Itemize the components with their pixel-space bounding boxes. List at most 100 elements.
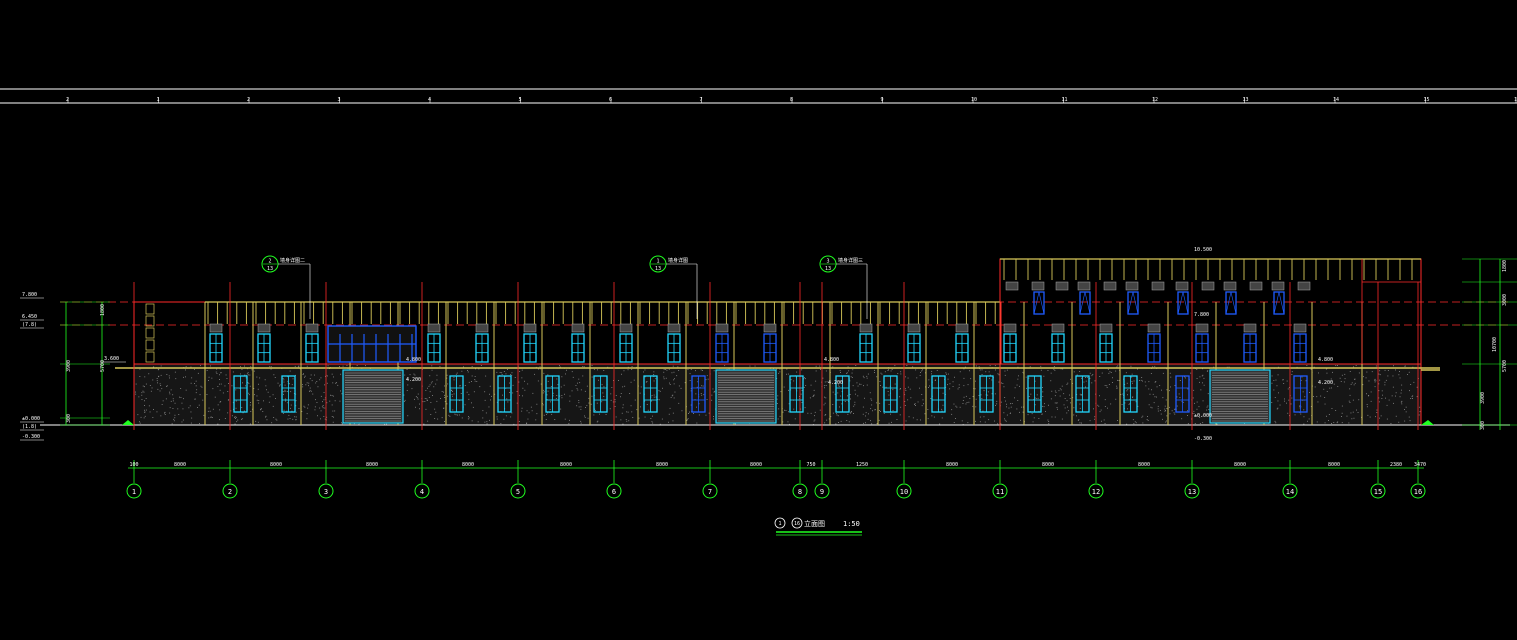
speckle — [188, 407, 190, 409]
high-window-diag — [1278, 291, 1285, 315]
speckle — [880, 385, 881, 386]
speckle — [837, 415, 839, 417]
speckle — [295, 416, 297, 418]
speckle — [430, 382, 432, 384]
speckle — [874, 409, 876, 410]
speckle — [1353, 384, 1355, 386]
speckle — [1117, 379, 1118, 381]
speckle — [663, 378, 665, 380]
speckle — [219, 389, 221, 391]
speckle — [246, 373, 248, 375]
speckle — [1199, 381, 1200, 383]
speckle — [786, 368, 788, 370]
speckle — [963, 396, 965, 398]
speckle — [596, 421, 598, 423]
speckle — [1317, 401, 1319, 403]
speckle — [636, 409, 638, 411]
speckle — [868, 413, 869, 415]
speckle — [668, 421, 669, 423]
speckle — [576, 405, 578, 407]
speckle — [1086, 377, 1088, 378]
speckle — [1384, 381, 1386, 383]
speckle — [227, 391, 229, 392]
speckle — [535, 419, 537, 421]
speckle — [917, 401, 919, 403]
speckle — [631, 369, 633, 370]
speckle — [161, 404, 163, 405]
speckle — [1326, 415, 1327, 417]
speckle — [415, 396, 417, 398]
window-header — [1249, 281, 1263, 291]
speckle — [474, 376, 476, 377]
speckle — [994, 393, 996, 395]
speckle — [650, 418, 652, 419]
speckle — [1091, 375, 1093, 377]
speckle — [927, 409, 929, 410]
speckle — [1059, 388, 1061, 390]
speckle — [793, 380, 795, 382]
speckle — [1390, 423, 1392, 424]
speckle — [249, 385, 251, 387]
speckle — [1145, 385, 1147, 387]
speckle — [561, 397, 563, 399]
speckle — [633, 379, 635, 381]
dim-right-label: 10700 — [1492, 337, 1498, 352]
speckle — [1366, 371, 1368, 373]
speckle — [171, 423, 173, 425]
speckle — [884, 371, 886, 373]
speckle — [471, 366, 473, 367]
speckle — [591, 365, 593, 366]
speckle — [1358, 399, 1360, 401]
speckle — [1374, 379, 1375, 381]
speckle — [1106, 385, 1108, 387]
speckle — [888, 422, 890, 424]
speckle — [501, 374, 503, 375]
speckle — [697, 381, 699, 383]
speckle — [593, 414, 595, 416]
speckle — [912, 417, 914, 419]
speckle — [414, 374, 416, 376]
speckle — [690, 369, 692, 370]
speckle — [1207, 405, 1209, 407]
speckle — [424, 401, 426, 402]
speckle — [190, 382, 192, 384]
speckle — [444, 385, 445, 387]
speckle — [214, 396, 216, 398]
speckle — [1169, 413, 1171, 415]
speckle — [194, 368, 195, 370]
speckle — [1092, 374, 1094, 375]
speckle — [824, 422, 826, 424]
speckle — [545, 419, 547, 420]
speckle — [142, 390, 144, 392]
speckle — [1339, 377, 1341, 379]
axis-label: 4 — [420, 488, 424, 496]
speckle — [551, 413, 553, 415]
callout-sheet: 13 — [267, 266, 273, 272]
speckle — [987, 394, 989, 396]
speckle — [588, 402, 590, 404]
speckle — [158, 368, 160, 370]
speckle — [1316, 396, 1318, 398]
speckle — [673, 397, 675, 399]
speckle — [1110, 372, 1112, 373]
dim-left-label: 3900 — [66, 360, 72, 372]
speckle — [270, 368, 272, 370]
speckle — [671, 372, 673, 374]
speckle — [160, 365, 162, 367]
speckle — [1104, 406, 1106, 407]
speckle — [941, 408, 943, 410]
speckle — [149, 385, 151, 386]
speckle — [778, 372, 780, 374]
speckle — [322, 407, 324, 409]
speckle — [899, 388, 901, 390]
speckle — [197, 372, 199, 374]
speckle — [1079, 393, 1081, 395]
speckle — [137, 414, 139, 416]
spacing-dim: 3470 — [1414, 462, 1426, 468]
spacing-dim: 100 — [129, 462, 138, 468]
dim-left-label: 300 — [66, 414, 72, 423]
high-window — [1079, 291, 1091, 315]
speckle — [929, 385, 930, 387]
title-right-axis: 16 — [794, 521, 800, 527]
speckle — [776, 403, 778, 404]
